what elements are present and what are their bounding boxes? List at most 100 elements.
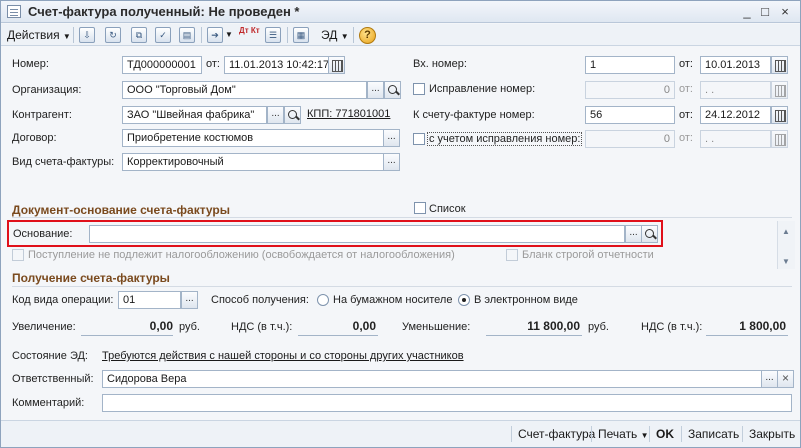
- search-icon[interactable]: [384, 81, 401, 99]
- clear-icon[interactable]: ×: [777, 370, 794, 388]
- vat-dec-label: НДС (в т.ч.):: [641, 321, 703, 333]
- close-window-button[interactable]: ×: [777, 4, 793, 19]
- command-divider: [742, 426, 743, 442]
- calendar-icon[interactable]: [771, 56, 788, 74]
- toolbar: Действия ▼ ⇩ ↻ ⧉ ✓ ▤ ➔ ▼ Дт Кт ☰ ▦ ЭД ▼ …: [1, 24, 800, 46]
- save-button[interactable]: Записать: [688, 427, 739, 441]
- to-invoice-date-field[interactable]: 24.12.2012: [700, 106, 771, 124]
- command-bar: Счет-фактура Печать ▼ OK Записать Закрыт…: [1, 420, 800, 447]
- in-date-field[interactable]: 10.01.2013: [700, 56, 771, 74]
- number-field[interactable]: ТД000000001: [122, 56, 202, 74]
- method-label: Способ получения:: [211, 294, 309, 306]
- paper-label: На бумажном носителе: [333, 294, 453, 306]
- basis-select-button[interactable]: ...: [625, 225, 642, 243]
- ed-label: ЭД: [321, 28, 338, 42]
- search-icon[interactable]: [284, 106, 301, 124]
- paper-radio[interactable]: [317, 294, 329, 306]
- basis-section-title: Документ-основание счета-фактуры: [12, 203, 231, 217]
- help-icon[interactable]: ?: [359, 27, 376, 44]
- with-fix-checkbox[interactable]: [413, 133, 425, 145]
- organization-select-button[interactable]: ...: [367, 81, 384, 99]
- list-checkbox[interactable]: [414, 202, 426, 214]
- vat-dec-value: 1 800,00: [739, 319, 786, 333]
- scroll-up-icon[interactable]: ▲: [782, 227, 790, 236]
- not-taxable-label: Поступление не подлежит налогообложению …: [28, 249, 455, 261]
- dt-kt-icon[interactable]: Дт Кт: [239, 27, 260, 45]
- scrollbar[interactable]: ▲ ▼: [777, 221, 795, 269]
- strict-form-checkbox: [506, 249, 518, 261]
- section-divider: [12, 217, 792, 218]
- invoice-type-label: Вид счета-фактуры:: [12, 156, 115, 168]
- toolbar-divider: [287, 27, 288, 43]
- date-field[interactable]: 11.01.2013 10:42:17: [224, 56, 329, 74]
- contract-field[interactable]: Приобретение костюмов: [122, 129, 384, 147]
- title-bar[interactable]: Счет-фактура полученный: Не проведен * _…: [1, 1, 800, 23]
- contract-select-button[interactable]: ...: [383, 129, 400, 147]
- contractor-field[interactable]: ЗАО "Швейная фабрика": [122, 106, 267, 124]
- contractor-select-button[interactable]: ...: [267, 106, 284, 124]
- post-and-close-icon[interactable]: ⇩: [79, 27, 95, 43]
- with-fix-field: 0: [585, 130, 675, 148]
- based-on-icon[interactable]: ➔: [207, 27, 223, 43]
- comment-field[interactable]: [102, 394, 792, 412]
- op-code-label: Код вида операции:: [12, 294, 114, 306]
- document-window: Счет-фактура полученный: Не проведен * _…: [0, 0, 801, 448]
- fix-from-label: от:: [679, 83, 693, 95]
- fix-date-field: . .: [700, 81, 771, 99]
- calendar-icon: [771, 81, 788, 99]
- organization-field[interactable]: ООО "Торговый Дом": [122, 81, 367, 99]
- minimize-button[interactable]: _: [739, 4, 755, 19]
- in-number-field[interactable]: 1: [585, 56, 675, 74]
- unpost-document-icon[interactable]: ▤: [179, 27, 195, 43]
- structure-icon[interactable]: ☰: [265, 27, 281, 43]
- ed-menu[interactable]: ЭД ▼: [321, 26, 349, 44]
- increase-currency: руб.: [179, 321, 200, 333]
- underline: [706, 335, 788, 336]
- calendar-icon[interactable]: [328, 56, 345, 74]
- calendar-icon[interactable]: [771, 106, 788, 124]
- table-icon[interactable]: ▦: [293, 27, 309, 43]
- invoice-type-select-button[interactable]: ...: [383, 153, 400, 171]
- receipt-section-title: Получение счета-фактуры: [12, 271, 170, 285]
- print-menu[interactable]: Печать ▼: [598, 427, 649, 441]
- chevron-down-icon[interactable]: ▼: [225, 26, 233, 44]
- actions-label: Действия: [7, 28, 60, 42]
- post-document-icon[interactable]: ✓: [155, 27, 171, 43]
- fix-number-checkbox[interactable]: [413, 83, 425, 95]
- op-code-field[interactable]: 01: [118, 291, 181, 309]
- window-title: Счет-фактура полученный: Не проведен *: [28, 4, 300, 19]
- vat-inc-value: 0,00: [352, 319, 376, 333]
- command-divider: [591, 426, 592, 442]
- ed-state-link[interactable]: Требуются действия с нашей стороны и со …: [102, 350, 464, 362]
- kpp-link[interactable]: КПП: 771801001: [307, 108, 390, 120]
- refresh-icon[interactable]: ↻: [105, 27, 121, 43]
- section-divider: [12, 286, 792, 287]
- underline: [81, 335, 173, 336]
- chevron-down-icon: ▼: [340, 32, 349, 41]
- with-fix-from-label: от:: [679, 132, 693, 144]
- search-icon[interactable]: [641, 225, 658, 243]
- strict-form-label: Бланк строгой отчетности: [522, 249, 654, 261]
- in-number-label: Вх. номер:: [413, 58, 467, 70]
- copy-icon[interactable]: ⧉: [131, 27, 147, 43]
- actions-menu[interactable]: Действия ▼: [7, 26, 71, 44]
- print-label: Печать: [598, 427, 638, 441]
- basis-field[interactable]: [89, 225, 625, 243]
- decrease-currency: руб.: [588, 321, 609, 333]
- scroll-down-icon[interactable]: ▼: [782, 257, 790, 266]
- invoice-type-field[interactable]: Корректировочный: [122, 153, 384, 171]
- ok-button[interactable]: OK: [656, 427, 674, 441]
- close-button[interactable]: Закрыть: [749, 427, 795, 441]
- responsible-select-button[interactable]: ...: [761, 370, 778, 388]
- maximize-button[interactable]: □: [757, 4, 773, 19]
- basis-label: Основание:: [13, 228, 73, 240]
- to-invoice-field[interactable]: 56: [585, 106, 675, 124]
- underline: [298, 335, 378, 336]
- command-divider: [649, 426, 650, 442]
- op-code-select-button[interactable]: ...: [181, 291, 198, 309]
- electronic-radio[interactable]: [458, 294, 470, 306]
- toolbar-divider: [73, 27, 74, 43]
- document-icon: [7, 5, 21, 18]
- invoice-button[interactable]: Счет-фактура: [518, 427, 595, 441]
- responsible-field[interactable]: Сидорова Вера: [102, 370, 762, 388]
